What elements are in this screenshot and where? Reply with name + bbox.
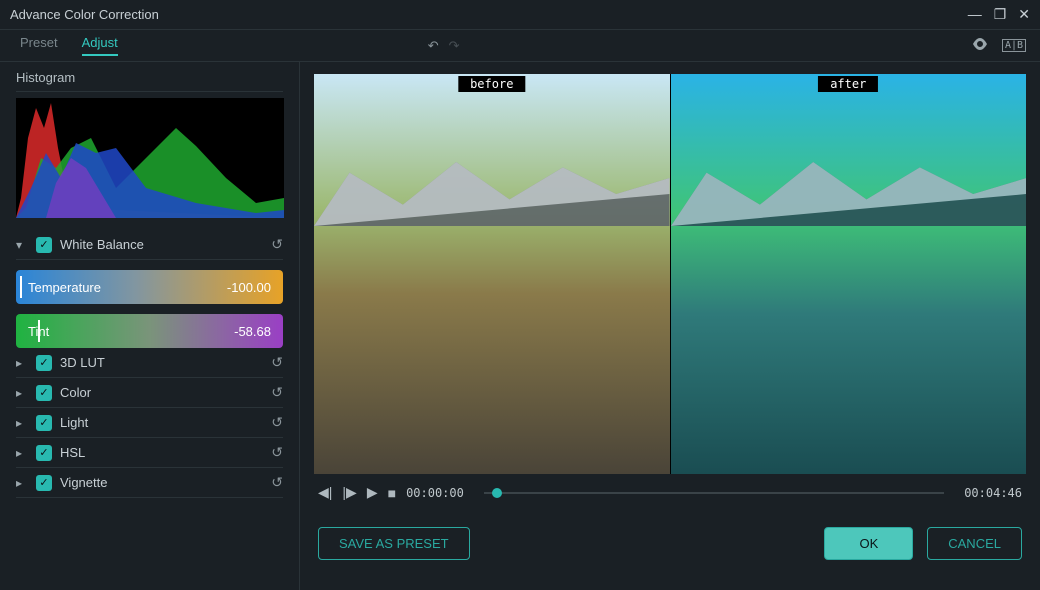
chevron-down-icon[interactable]: ▾ [16, 238, 28, 252]
section-checkbox[interactable]: ✓ [36, 445, 52, 461]
preview-panel: before after ◀| |▶ ▶ ■ 00:00:00 00:04:46… [300, 62, 1040, 590]
section-checkbox[interactable]: ✓ [36, 415, 52, 431]
section-checkbox[interactable]: ✓ [36, 385, 52, 401]
timeline[interactable] [484, 492, 944, 494]
histogram-title: Histogram [16, 66, 283, 92]
after-label: after [818, 76, 878, 92]
tab-adjust[interactable]: Adjust [82, 35, 118, 56]
preview-after: after [670, 74, 1027, 474]
slider-handle[interactable] [20, 276, 22, 298]
close-button[interactable]: ✕ [1018, 6, 1030, 23]
tab-preset[interactable]: Preset [20, 35, 58, 56]
before-label: before [458, 76, 525, 92]
white-balance-label: White Balance [60, 237, 263, 252]
stop-button[interactable]: ■ [388, 485, 396, 501]
reset-icon[interactable]: ↺ [271, 444, 283, 461]
compare-ab-button[interactable]: A|B [1002, 39, 1026, 52]
section-vignette: ▸ ✓ Vignette ↺ [16, 468, 283, 498]
chevron-right-icon[interactable]: ▸ [16, 476, 28, 490]
titlebar[interactable]: Advance Color Correction — ❐ ✕ [0, 0, 1040, 30]
time-total: 00:04:46 [964, 486, 1022, 500]
save-preset-button[interactable]: SAVE AS PRESET [318, 527, 470, 560]
chevron-right-icon[interactable]: ▸ [16, 386, 28, 400]
preview-toggle-icon[interactable] [972, 38, 988, 53]
maximize-button[interactable]: ❐ [994, 6, 1007, 23]
section-hsl: ▸ ✓ HSL ↺ [16, 438, 283, 468]
section-checkbox[interactable]: ✓ [36, 475, 52, 491]
next-frame-button[interactable]: |▶ [342, 484, 356, 501]
chevron-right-icon[interactable]: ▸ [16, 446, 28, 460]
section-color: ▸ ✓ Color ↺ [16, 378, 283, 408]
section-light: ▸ ✓ Light ↺ [16, 408, 283, 438]
cancel-button[interactable]: CANCEL [927, 527, 1022, 560]
white-balance-checkbox[interactable]: ✓ [36, 237, 52, 253]
prev-frame-button[interactable]: ◀| [318, 484, 332, 501]
temperature-label: Temperature [28, 280, 101, 295]
window-title: Advance Color Correction [10, 7, 159, 22]
topbar: Preset Adjust ↶ ↷ A|B [0, 30, 1040, 62]
time-current: 00:00:00 [406, 486, 464, 500]
histogram [16, 98, 284, 218]
redo-button[interactable]: ↷ [449, 38, 460, 54]
reset-icon[interactable]: ↺ [271, 384, 283, 401]
temperature-slider[interactable]: Temperature -100.00 [16, 270, 283, 304]
tint-slider[interactable]: Tint -58.68 [16, 314, 283, 348]
section-label: HSL [60, 445, 263, 460]
reset-icon[interactable]: ↺ [271, 414, 283, 431]
section-label: 3D LUT [60, 355, 263, 370]
temperature-value: -100.00 [227, 280, 271, 295]
ok-button[interactable]: OK [824, 527, 913, 560]
section-3d-lut: ▸ ✓ 3D LUT ↺ [16, 348, 283, 378]
play-button[interactable]: ▶ [367, 484, 378, 501]
chevron-right-icon[interactable]: ▸ [16, 416, 28, 430]
section-label: Vignette [60, 475, 263, 490]
preview-before: before [314, 74, 670, 474]
chevron-right-icon[interactable]: ▸ [16, 356, 28, 370]
playhead[interactable] [492, 488, 502, 498]
tint-label: Tint [28, 324, 49, 339]
undo-button[interactable]: ↶ [428, 38, 439, 54]
player-controls: ◀| |▶ ▶ ■ 00:00:00 00:04:46 [300, 474, 1040, 511]
reset-icon[interactable]: ↺ [271, 236, 283, 253]
minimize-button[interactable]: — [968, 6, 982, 23]
reset-icon[interactable]: ↺ [271, 474, 283, 491]
section-label: Color [60, 385, 263, 400]
section-checkbox[interactable]: ✓ [36, 355, 52, 371]
adjust-panel: Histogram ▾ ✓ White Balance ↺ Temperatur… [0, 62, 300, 590]
tint-value: -58.68 [234, 324, 271, 339]
section-label: Light [60, 415, 263, 430]
reset-icon[interactable]: ↺ [271, 354, 283, 371]
